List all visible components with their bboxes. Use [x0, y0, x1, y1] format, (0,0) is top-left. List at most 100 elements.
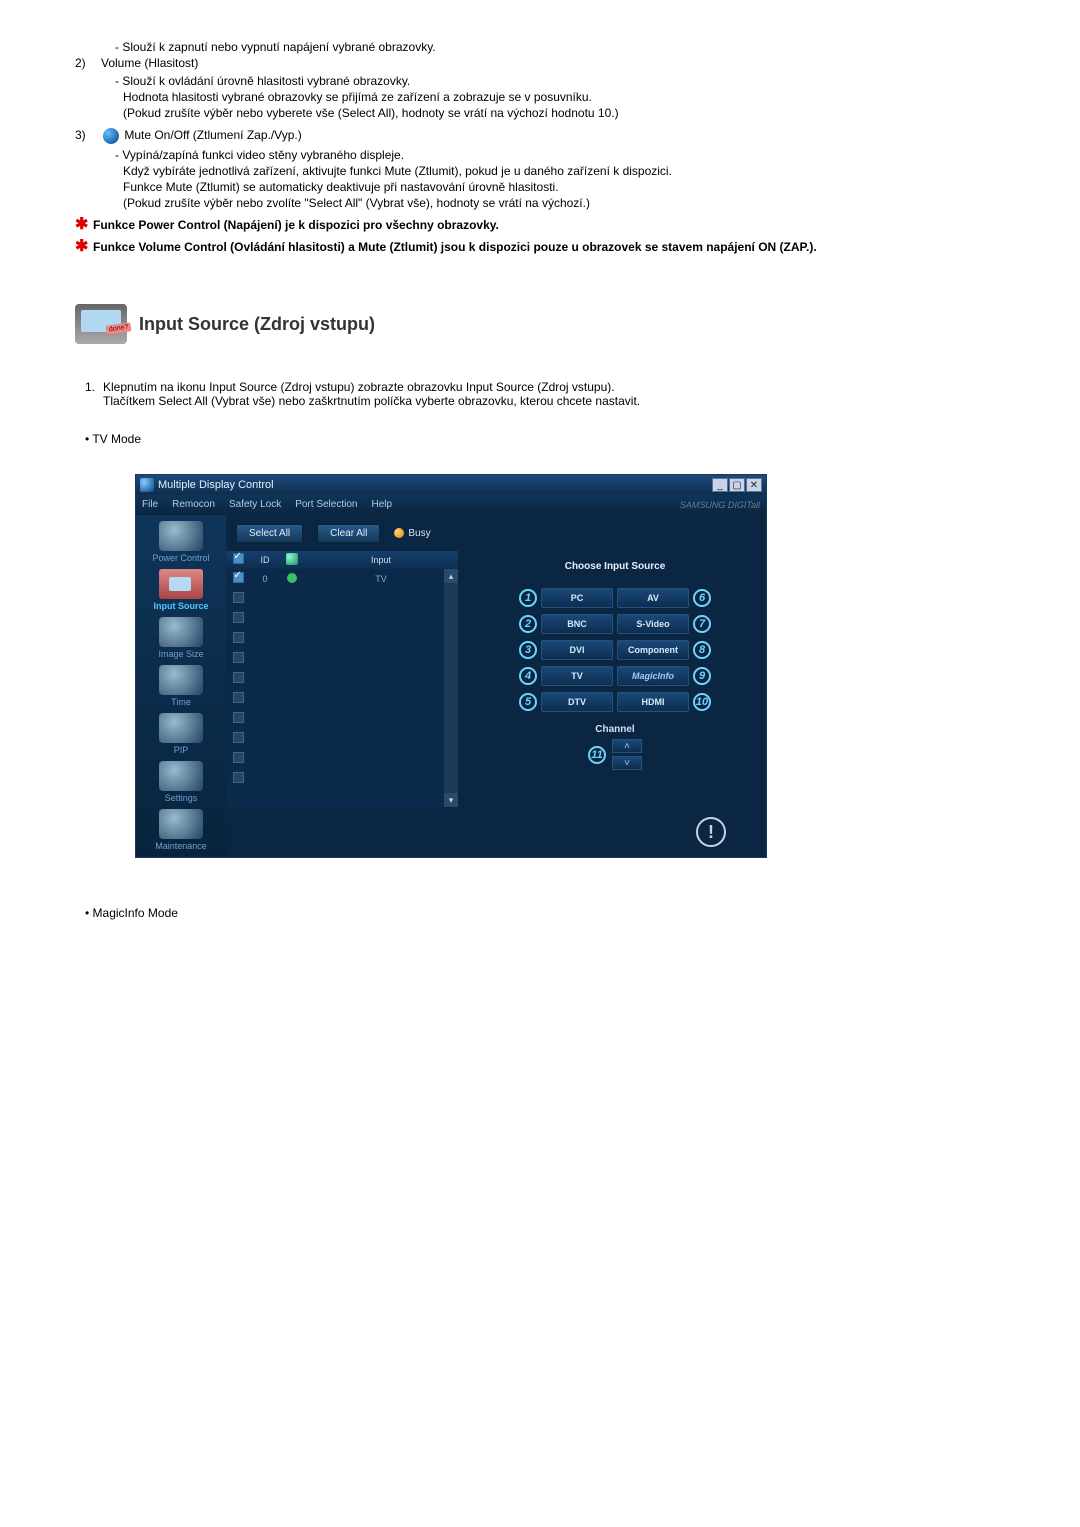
- row-checkbox[interactable]: [233, 752, 244, 763]
- menu-file[interactable]: File: [142, 499, 158, 510]
- row-checkbox[interactable]: [233, 672, 244, 683]
- select-all-button[interactable]: Select All: [236, 524, 303, 543]
- source-svideo-button[interactable]: S-Video: [617, 614, 689, 634]
- sidebar-item-image-size[interactable]: Image Size: [138, 617, 224, 659]
- table-row[interactable]: [226, 729, 458, 749]
- table-row[interactable]: [226, 669, 458, 689]
- header-id: ID: [250, 555, 280, 565]
- row-id: 0: [250, 574, 280, 584]
- source-hdmi-button[interactable]: HDMI: [617, 692, 689, 712]
- close-button[interactable]: ✕: [746, 478, 762, 492]
- row-checkbox[interactable]: [233, 652, 244, 663]
- source-component-button[interactable]: Component: [617, 640, 689, 660]
- callout-badge-10: 10: [693, 693, 711, 711]
- busy-indicator: Busy: [394, 528, 430, 539]
- row-checkbox[interactable]: [233, 772, 244, 783]
- note-1-text: Funkce Power Control (Napájení) je k dis…: [93, 218, 955, 232]
- callout-badge-2: 2: [519, 615, 537, 633]
- channel-down-button[interactable]: ˅: [612, 756, 642, 770]
- sidebar-label-pip: PIP: [138, 745, 224, 755]
- header-checkbox[interactable]: [233, 553, 244, 564]
- sidebar-label-image: Image Size: [138, 649, 224, 659]
- table-row[interactable]: [226, 589, 458, 609]
- row-checkbox[interactable]: [233, 732, 244, 743]
- row-checkbox[interactable]: [233, 632, 244, 643]
- pip-icon: [159, 713, 203, 743]
- row-checkbox[interactable]: [233, 572, 244, 583]
- brand-label: SAMSUNG DIGITall: [680, 500, 760, 510]
- busy-label: Busy: [408, 528, 430, 539]
- row-checkbox[interactable]: [233, 712, 244, 723]
- sidebar: Power Control Input Source Image Size Ti…: [136, 515, 226, 857]
- row-checkbox[interactable]: [233, 612, 244, 623]
- step-1-line1: Klepnutím na ikonu Input Source (Zdroj v…: [103, 380, 640, 394]
- item-2-num: 2): [75, 56, 101, 70]
- row-checkbox[interactable]: [233, 592, 244, 603]
- sidebar-item-pip[interactable]: PIP: [138, 713, 224, 755]
- menu-help[interactable]: Help: [371, 499, 392, 510]
- item-3-sub3: Funkce Mute (Ztlumit) se automaticky dea…: [123, 180, 955, 194]
- toolbar: Select All Clear All Busy: [226, 515, 766, 551]
- item-3-sub1: - Vypíná/zapíná funkci video stěny vybra…: [115, 148, 955, 162]
- table-row[interactable]: [226, 749, 458, 769]
- sidebar-item-time[interactable]: Time: [138, 665, 224, 707]
- sidebar-item-input-source[interactable]: Input Source: [138, 569, 224, 611]
- table-row[interactable]: [226, 689, 458, 709]
- maximize-button[interactable]: ▢: [729, 478, 745, 492]
- star-icon: ✱: [75, 240, 93, 254]
- app-icon: [140, 478, 154, 492]
- item-3-sub4: (Pokud zrušíte výběr nebo zvolíte "Selec…: [123, 196, 955, 210]
- callout-badge-7: 7: [693, 615, 711, 633]
- settings-icon: [159, 761, 203, 791]
- callout-badge-6: 6: [693, 589, 711, 607]
- clear-all-button[interactable]: Clear All: [317, 524, 380, 543]
- source-bnc-button[interactable]: BNC: [541, 614, 613, 634]
- scrollbar[interactable]: ▴ ▾: [444, 569, 458, 807]
- sidebar-item-power[interactable]: Power Control: [138, 521, 224, 563]
- step-1-num: 1.: [85, 380, 103, 408]
- sidebar-item-maintenance[interactable]: Maintenance: [138, 809, 224, 851]
- menu-safety-lock[interactable]: Safety Lock: [229, 499, 281, 510]
- minimize-button[interactable]: _: [712, 478, 728, 492]
- header-input: Input: [304, 555, 458, 565]
- app-window: Multiple Display Control _ ▢ ✕ File Remo…: [135, 474, 767, 858]
- source-dvi-button[interactable]: DVI: [541, 640, 613, 660]
- maintenance-icon: [159, 809, 203, 839]
- scroll-up-icon[interactable]: ▴: [444, 569, 458, 583]
- callout-badge-1: 1: [519, 589, 537, 607]
- table-row[interactable]: [226, 769, 458, 789]
- sidebar-item-settings[interactable]: Settings: [138, 761, 224, 803]
- channel-up-button[interactable]: ˄: [612, 739, 642, 753]
- table-row[interactable]: [226, 649, 458, 669]
- callout-badge-8: 8: [693, 641, 711, 659]
- note-2-text: Funkce Volume Control (Ovládání hlasitos…: [93, 240, 955, 254]
- source-pc-button[interactable]: PC: [541, 588, 613, 608]
- row-input: TV: [304, 574, 458, 584]
- power-icon: [159, 521, 203, 551]
- window-title: Multiple Display Control: [158, 479, 712, 491]
- menu-port-selection[interactable]: Port Selection: [295, 499, 357, 510]
- busy-icon: [394, 528, 404, 538]
- table-row[interactable]: [226, 609, 458, 629]
- info-icon[interactable]: !: [696, 817, 726, 847]
- channel-label: Channel: [478, 724, 752, 735]
- callout-badge-9: 9: [693, 667, 711, 685]
- source-tv-button[interactable]: TV: [541, 666, 613, 686]
- scroll-down-icon[interactable]: ▾: [444, 793, 458, 807]
- item-3-num: 3): [75, 128, 101, 144]
- item-2-sub2: Hodnota hlasitosti vybrané obrazovky se …: [123, 90, 955, 104]
- row-checkbox[interactable]: [233, 692, 244, 703]
- bullet-tvmode: • TV Mode: [85, 432, 955, 446]
- table-row[interactable]: [226, 629, 458, 649]
- item-2: 2) Volume (Hlasitost): [75, 56, 955, 70]
- table-row[interactable]: [226, 709, 458, 729]
- power-desc: - Slouží k zapnutí nebo vypnutí napájení…: [115, 40, 955, 54]
- source-dtv-button[interactable]: DTV: [541, 692, 613, 712]
- item-3-sub2: Když vybíráte jednotlivá zařízení, aktiv…: [123, 164, 955, 178]
- source-magicinfo-button[interactable]: MagicInfo: [617, 666, 689, 686]
- table-row[interactable]: 0 TV: [226, 569, 458, 589]
- source-av-button[interactable]: AV: [617, 588, 689, 608]
- mute-icon: [103, 128, 119, 144]
- item-3-text: Mute On/Off (Ztlumení Zap./Vyp.): [101, 128, 955, 144]
- menu-remocon[interactable]: Remocon: [172, 499, 215, 510]
